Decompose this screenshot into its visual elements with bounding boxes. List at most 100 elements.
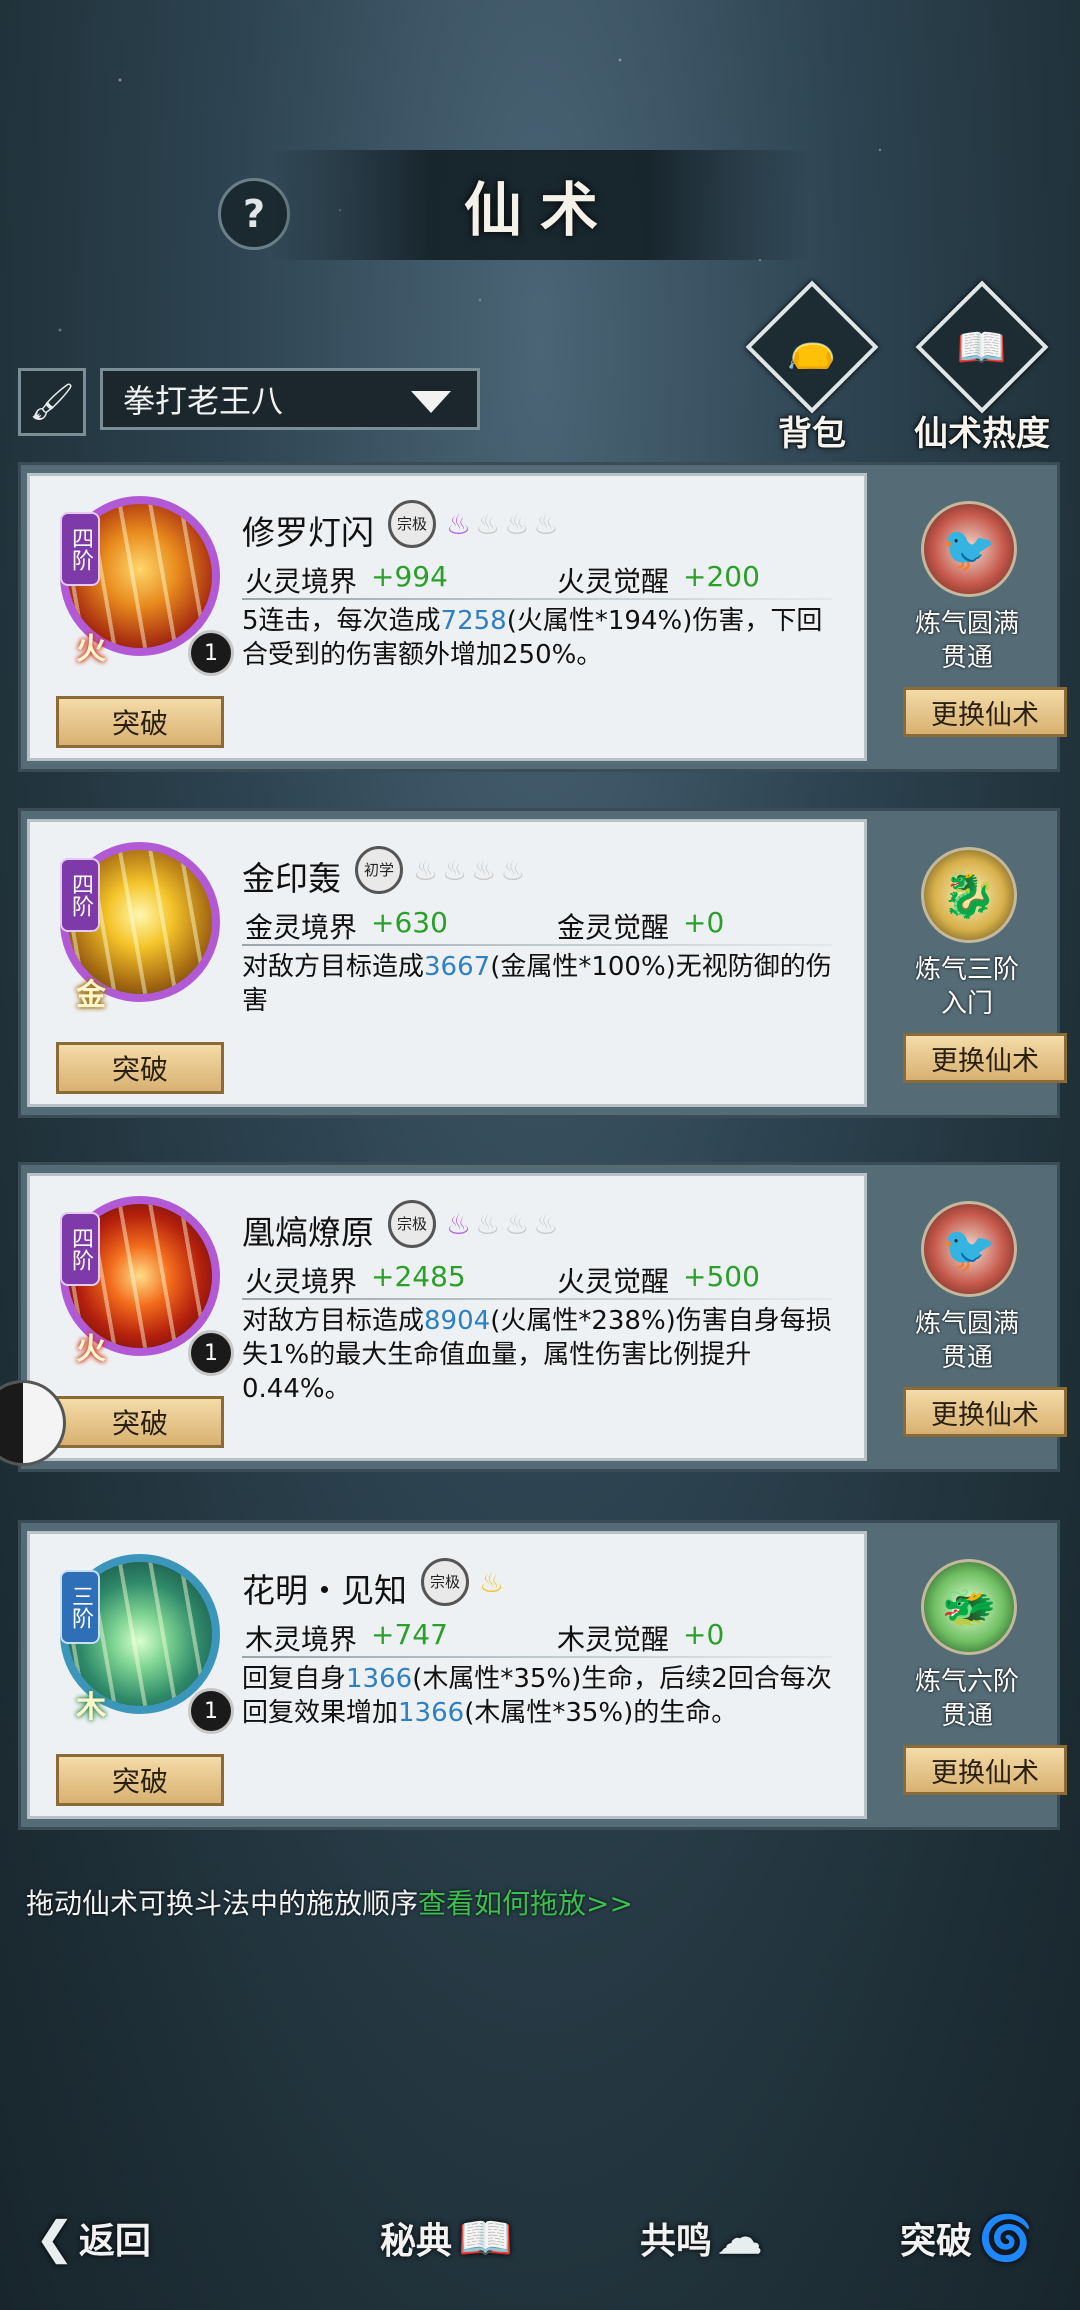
- back-label: 返回: [78, 2220, 151, 2262]
- flame-icon: ♨: [446, 508, 472, 541]
- flame-rating: ♨ ♨ ♨ ♨: [413, 856, 525, 886]
- rank-seal: 宗极: [388, 500, 436, 548]
- desc-number: 8904: [424, 1306, 491, 1336]
- swap-skill-button[interactable]: 更换仙术: [903, 1387, 1067, 1437]
- rank-seal: 宗极: [421, 1558, 469, 1606]
- desc-number: 7258: [440, 606, 507, 636]
- brush-icon: 🖌: [29, 382, 75, 423]
- chevron-down-icon: [411, 391, 451, 413]
- realm-status: 炼气圆满 贯通: [914, 1309, 1019, 1373]
- skill-heat-button[interactable]: 📖 仙术热度: [912, 280, 1052, 455]
- phoenix-icon: 🐦: [921, 501, 1017, 597]
- skill-info-panel: 四阶火 1 突破 凰熇燎原 宗极 ♨ ♨ ♨ ♨ 火灵境界 +2485 火灵觉醒 +500 对敌方目标造成…: [27, 1173, 867, 1461]
- skill-card[interactable]: 四阶火 1 突破 凰熇燎原 宗极 ♨ ♨ ♨ ♨ 火灵境界 +2485 火灵觉醒 +500 对敌方目标造成…: [18, 1162, 1067, 1472]
- skill-description: 对敌方目标造成3667(金属性*100%)无视防御的伤害: [242, 950, 842, 1018]
- swirl-icon: 🌀: [978, 2213, 1033, 2264]
- flame-icon: ♨: [413, 854, 439, 887]
- skill-side-panel: 🐦 炼气圆满 贯通更换仙术: [877, 465, 1067, 769]
- resonance-button[interactable]: 共鸣 ☁: [640, 2212, 762, 2264]
- dragon-icon: 🐲: [921, 1559, 1017, 1655]
- skill-description: 5连击，每次造成7258(火属性*194%)伤害，下回合受到的伤害额外增加250…: [242, 604, 842, 672]
- skill-name: 金印轰: [242, 859, 341, 898]
- tier-badge: 三阶: [60, 1570, 100, 1644]
- realm-status: 炼气圆满 贯通: [914, 609, 1019, 673]
- level-badge: 1: [188, 630, 234, 676]
- swap-skill-button[interactable]: 更换仙术: [903, 1745, 1067, 1795]
- flame-icon: ♨: [533, 1208, 559, 1241]
- stat1-label: 金灵境界: [245, 911, 358, 944]
- divider: [242, 944, 832, 946]
- skill-card[interactable]: 四阶金突破 金印轰 初学 ♨ ♨ ♨ ♨ 金灵境界 +630 金灵觉醒 +0 对敌方目标造成3667(…: [18, 808, 1067, 1118]
- drag-hint: 拖动仙术可换斗法中的施放顺序查看如何拖放>>: [26, 1882, 633, 1922]
- stat2-label: 火灵觉醒: [557, 1265, 670, 1298]
- flame-icon: ♨: [475, 508, 501, 541]
- breakthrough-button[interactable]: 突破: [56, 1754, 224, 1806]
- page-title: 仙术: [463, 176, 616, 244]
- breakthrough-nav-button[interactable]: 突破 🌀: [900, 2212, 1033, 2264]
- swap-skill-button[interactable]: 更换仙术: [903, 687, 1067, 737]
- divider: [242, 1656, 832, 1658]
- breakthrough-nav-label: 突破: [900, 2220, 973, 2262]
- stat1-value: +2485: [371, 1260, 466, 1293]
- breakthrough-button[interactable]: 突破: [56, 1042, 224, 1094]
- stat1-value: +747: [371, 1618, 448, 1651]
- stat2-value: +0: [683, 906, 725, 939]
- bottom-nav: ❮ 返回 秘典 📖 共鸣 ☁ 突破 🌀: [0, 2190, 1080, 2300]
- divider: [242, 1298, 832, 1300]
- swap-skill-button[interactable]: 更换仙术: [903, 1033, 1067, 1083]
- skill-card[interactable]: 四阶火 1 突破 修罗灯闪 宗极 ♨ ♨ ♨ ♨ 火灵境界 +994 火灵觉醒 +200 5连击，每次造成…: [18, 462, 1067, 772]
- stat1-value: +630: [371, 906, 448, 939]
- skill-description: 回复自身1366(木属性*35%)生命，后续2回合每次回复效果增加1366(木属…: [242, 1662, 842, 1730]
- element-label: 火: [76, 632, 106, 667]
- question-icon: ?: [242, 192, 266, 236]
- desc-number: 3667: [424, 952, 491, 982]
- qilin-icon: 🐉: [921, 847, 1017, 943]
- flame-rating: ♨ ♨ ♨ ♨: [446, 1210, 558, 1240]
- desc-text: (木属性*35%)的生命。: [464, 1698, 738, 1728]
- breakthrough-button[interactable]: 突破: [56, 696, 224, 748]
- flame-icon: ♨: [479, 1566, 505, 1599]
- stat-row: 金灵境界 +630 金灵觉醒 +0: [245, 906, 845, 944]
- breakthrough-button[interactable]: 突破: [56, 1396, 224, 1448]
- flame-icon: ♨: [446, 1208, 472, 1241]
- back-button[interactable]: ❮ 返回: [36, 2212, 151, 2264]
- flame-icon: ♨: [504, 508, 530, 541]
- flame-rating: ♨: [479, 1568, 504, 1598]
- skill-info-panel: 三阶木 1 突破 花明・见知 宗极 ♨ 木灵境界 +747 木灵觉醒 +0 回复自身1366(木属性…: [27, 1531, 867, 1819]
- phoenix-icon: 🐦: [921, 1201, 1017, 1297]
- back-arrow-icon: ❮: [36, 2212, 73, 2264]
- book-flame-icon: 📖: [915, 280, 1049, 414]
- book-icon: 📖: [458, 2213, 513, 2264]
- stat1-label: 火灵境界: [245, 565, 358, 598]
- element-label: 火: [76, 1332, 106, 1367]
- stat-row: 火灵境界 +994 火灵觉醒 +200: [245, 560, 845, 598]
- skill-side-panel: 🐲 炼气六阶 贯通更换仙术: [877, 1523, 1067, 1827]
- realm-status: 炼气三阶 入门: [914, 955, 1019, 1019]
- desc-text: 对敌方目标造成: [242, 1306, 425, 1336]
- flame-icon: ♨: [500, 854, 526, 887]
- secret-codex-label: 秘典: [380, 2220, 453, 2262]
- element-label: 木: [76, 1690, 106, 1725]
- element-label: 金: [76, 978, 106, 1013]
- divider: [242, 598, 832, 600]
- stat1-value: +994: [371, 560, 448, 593]
- loadout-dropdown[interactable]: 拳打老王八: [100, 368, 480, 430]
- skill-info-panel: 四阶金突破 金印轰 初学 ♨ ♨ ♨ ♨ 金灵境界 +630 金灵觉醒 +0 对敌方目标造成3667(…: [27, 819, 867, 1107]
- skill-name: 修罗灯闪: [242, 513, 374, 552]
- realm-status: 炼气六阶 贯通: [914, 1667, 1019, 1731]
- tier-badge: 四阶: [60, 512, 100, 586]
- skill-card[interactable]: 三阶木 1 突破 花明・见知 宗极 ♨ 木灵境界 +747 木灵觉醒 +0 回复自身1366(木属性…: [18, 1520, 1067, 1830]
- drag-hint-text: 拖动仙术可换斗法中的施放顺序: [26, 1887, 419, 1920]
- flame-icon: ♨: [471, 854, 497, 887]
- rename-button[interactable]: 🖌: [18, 368, 86, 436]
- skill-info-panel: 四阶火 1 突破 修罗灯闪 宗极 ♨ ♨ ♨ ♨ 火灵境界 +994 火灵觉醒 +200 5连击，每次造成…: [27, 473, 867, 761]
- bag-icon: 👝: [745, 280, 879, 414]
- stat2-label: 木灵觉醒: [557, 1623, 670, 1656]
- bag-button[interactable]: 👝 背包: [742, 280, 882, 455]
- secret-codex-button[interactable]: 秘典 📖: [380, 2212, 513, 2264]
- drag-help-link[interactable]: 查看如何拖放>>: [418, 1887, 633, 1920]
- stat2-label: 火灵觉醒: [557, 565, 670, 598]
- stat2-value: +200: [683, 560, 760, 593]
- desc-text: 回复自身: [242, 1664, 347, 1694]
- cloud-icon: ☁: [718, 2212, 763, 2264]
